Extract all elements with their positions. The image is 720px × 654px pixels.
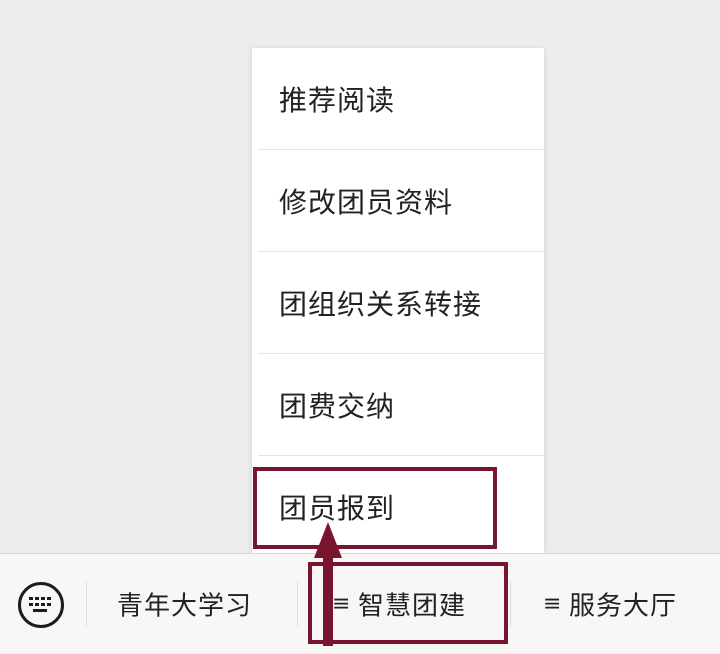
bottom-menu-bar: 青年大学习 ≡ 智慧团建 ≡ 服务大厅 — [0, 553, 720, 653]
menu-item-label: 团员报到 — [279, 492, 396, 525]
menu-lines-icon: ≡ — [543, 591, 562, 617]
tab-smart-league[interactable]: ≡ 智慧团建 — [298, 554, 510, 654]
tab-service-hall[interactable]: ≡ 服务大厅 — [511, 554, 720, 654]
menu-item-label: 推荐阅读 — [279, 84, 396, 117]
menu-item-label: 修改团员资料 — [279, 186, 454, 219]
menu-item-label: 团组织关系转接 — [279, 288, 483, 321]
menu-item-edit-member-info[interactable]: 修改团员资料 — [252, 150, 544, 252]
menu-item-label: 团费交纳 — [279, 390, 396, 423]
menu-lines-icon: ≡ — [332, 591, 351, 617]
tab-label: 青年大学习 — [117, 591, 253, 622]
keyboard-keys-glyph — [29, 597, 51, 612]
keyboard-icon[interactable] — [18, 582, 64, 628]
menu-item-org-transfer[interactable]: 团组织关系转接 — [252, 252, 544, 354]
tab-label: 智慧团建 — [358, 591, 467, 622]
menu-item-fee-payment[interactable]: 团费交纳 — [252, 354, 544, 456]
menu-item-member-checkin[interactable]: 团员报到 — [252, 456, 544, 558]
tab-youth-study[interactable]: 青年大学习 — [87, 554, 297, 654]
tab-label: 服务大厅 — [569, 591, 678, 622]
menu-item-recommended-reading[interactable]: 推荐阅读 — [252, 48, 544, 150]
submenu-popup: 推荐阅读 修改团员资料 团组织关系转接 团费交纳 团员报到 — [252, 48, 544, 554]
